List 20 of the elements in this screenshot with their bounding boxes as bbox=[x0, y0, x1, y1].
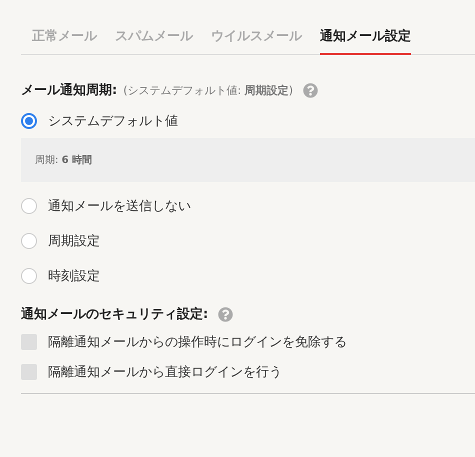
radio-button[interactable] bbox=[21, 232, 37, 248]
help-icon[interactable] bbox=[218, 306, 234, 322]
radio-label: 周期設定 bbox=[48, 232, 100, 250]
radio-label: 時刻設定 bbox=[48, 268, 100, 284]
radio-button[interactable] bbox=[21, 112, 37, 128]
help-icon[interactable] bbox=[303, 82, 318, 98]
radio-button[interactable] bbox=[21, 268, 37, 284]
section-title: メール通知周期: bbox=[21, 82, 118, 99]
tab[interactable]: 通知メール設定 bbox=[320, 24, 411, 55]
section-title: 通知メールのセキュリティ設定: bbox=[21, 306, 208, 323]
tab[interactable]: スパムメール bbox=[115, 24, 193, 55]
radio-button[interactable] bbox=[21, 198, 37, 214]
checkbox-label: 隔離通知メールから直接ログインを行う bbox=[48, 364, 282, 381]
period-text: 周期: 6 時間 bbox=[35, 154, 92, 167]
default-note: (システムデフォルト値: 周期設定) bbox=[123, 82, 293, 98]
radio-label: 通知メールを送信しない bbox=[48, 198, 191, 214]
checkbox-label: 隔離通知メールからの操作時にログインを免除する bbox=[48, 334, 347, 351]
tab[interactable]: 正常メール bbox=[32, 24, 97, 55]
radio-label: システムデフォルト値 bbox=[48, 112, 178, 130]
tab[interactable]: ウイルスメール bbox=[211, 24, 302, 55]
